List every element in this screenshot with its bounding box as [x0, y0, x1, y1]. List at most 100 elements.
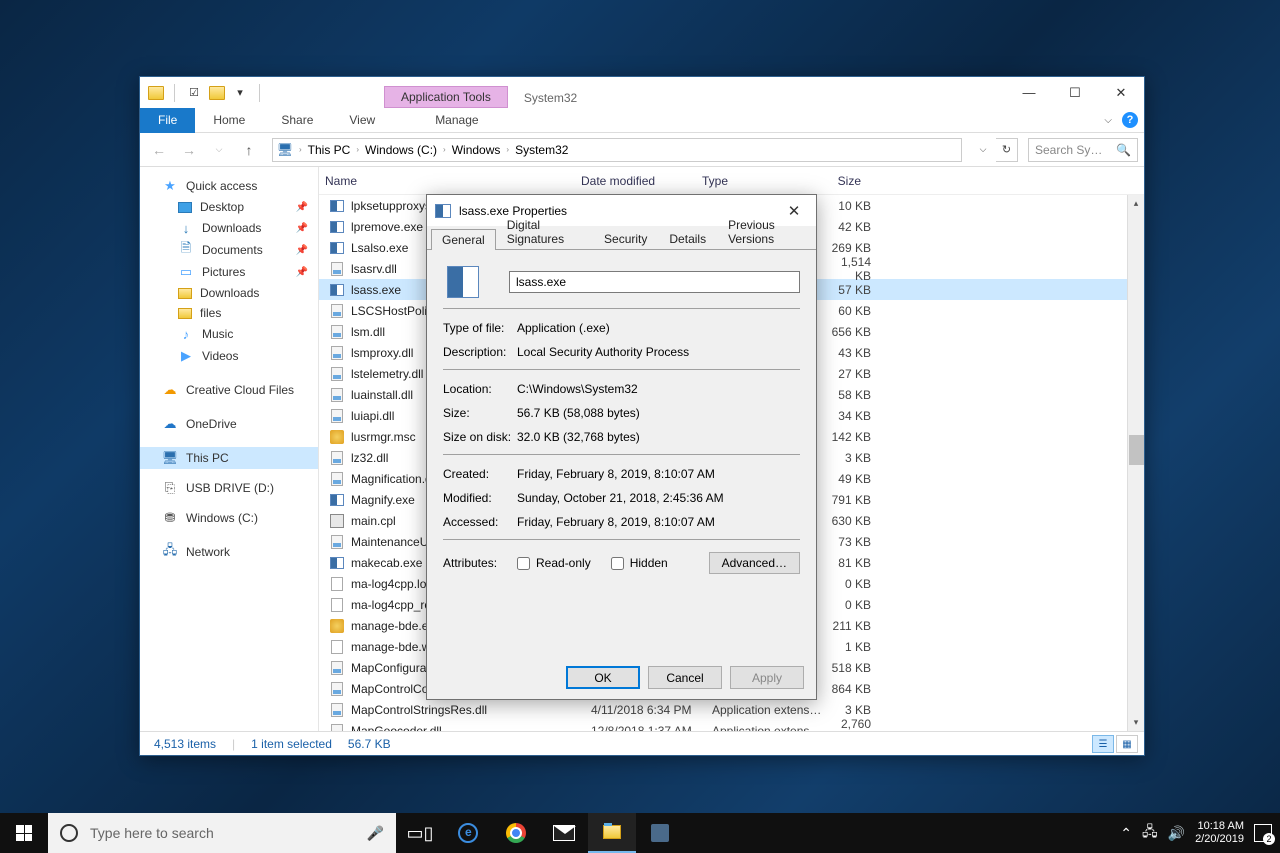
dialog-tabs: General Digital Signatures Security Deta… [427, 226, 816, 250]
task-view-button[interactable]: ▭▯ [396, 813, 444, 853]
sidebar-item-label: Music [202, 327, 233, 341]
sidebar-network[interactable]: 🖧Network [140, 541, 318, 563]
column-headers[interactable]: Name Date modified Type Size [319, 167, 1144, 195]
maximize-button[interactable]: ☐ [1052, 77, 1098, 108]
taskbar-app[interactable] [636, 813, 684, 853]
start-button[interactable] [0, 813, 48, 853]
sidebar-this-pc[interactable]: 🖥This PC [140, 447, 318, 469]
column-size[interactable]: Size [821, 174, 891, 188]
sidebar-item[interactable]: Desktop📌 [140, 197, 318, 217]
sidebar-item[interactable]: ↓Downloads📌 [140, 217, 318, 239]
star-icon: ★ [162, 178, 178, 194]
back-button[interactable]: ← [146, 137, 172, 163]
scroll-up-icon[interactable]: ▴ [1128, 195, 1144, 212]
new-folder-icon[interactable] [209, 86, 225, 100]
chevron-right-icon[interactable]: › [443, 145, 446, 154]
ribbon-tab-manage[interactable]: Manage [417, 109, 496, 131]
taskbar-edge[interactable] [444, 813, 492, 853]
cancel-button[interactable]: Cancel [648, 666, 722, 689]
file-menu[interactable]: File [140, 108, 195, 133]
sidebar-quick-access[interactable]: ★Quick access [140, 175, 318, 197]
breadcrumb-segment[interactable]: Windows (C:) [365, 143, 437, 157]
scrollbar[interactable]: ▴ ▾ [1127, 195, 1144, 731]
sidebar-item[interactable]: 🗎Documents📌 [140, 239, 318, 261]
mic-icon[interactable]: 🎤 [367, 825, 384, 842]
sidebar-onedrive[interactable]: ☁OneDrive [140, 413, 318, 435]
ribbon-tab-home[interactable]: Home [195, 109, 263, 131]
chevron-right-icon[interactable]: › [299, 145, 302, 154]
help-icon[interactable]: ? [1122, 112, 1138, 128]
tab-general[interactable]: General [431, 229, 496, 250]
taskbar-search[interactable]: Type here to search 🎤 [48, 813, 396, 853]
filename-input[interactable] [509, 271, 800, 293]
file-icon [329, 618, 345, 634]
network-icon[interactable]: 🖧 [1142, 821, 1158, 845]
chevron-right-icon[interactable]: › [356, 145, 359, 154]
icons-view-button[interactable]: ▦ [1116, 735, 1138, 753]
close-button[interactable]: ✕ [1098, 77, 1144, 108]
tab-previous-versions[interactable]: Previous Versions [717, 214, 816, 249]
sidebar-item[interactable]: files [140, 303, 318, 323]
scroll-thumb[interactable] [1129, 435, 1144, 465]
up-button[interactable]: ↑ [236, 137, 262, 163]
forward-button[interactable]: → [176, 137, 202, 163]
action-center-icon[interactable] [1254, 824, 1272, 842]
apply-button[interactable]: Apply [730, 666, 804, 689]
refresh-button[interactable]: ↻ [996, 138, 1018, 162]
taskbar-explorer[interactable] [588, 813, 636, 853]
volume-icon[interactable]: 🔊 [1168, 825, 1185, 842]
address-dropdown[interactable]: ⌵ [972, 138, 994, 162]
properties-icon[interactable]: ☑ [185, 84, 203, 102]
column-date[interactable]: Date modified [581, 174, 702, 188]
sidebar-creative-cloud[interactable]: ☁Creative Cloud Files [140, 379, 318, 401]
column-type[interactable]: Type [702, 174, 821, 188]
tab-security[interactable]: Security [593, 228, 658, 249]
tab-details[interactable]: Details [658, 228, 717, 249]
column-name[interactable]: Name [325, 174, 581, 188]
readonly-checkbox[interactable]: Read-only [517, 556, 591, 570]
chevron-right-icon[interactable]: › [506, 145, 509, 154]
breadcrumb-segment[interactable]: This PC [308, 143, 351, 157]
tray-overflow-icon[interactable]: ⌃ [1120, 825, 1132, 842]
sidebar-item[interactable]: ▭Pictures📌 [140, 261, 318, 283]
hidden-checkbox[interactable]: Hidden [611, 556, 668, 570]
titlebar[interactable]: ☑ ▾ Application Tools System32 — ☐ ✕ [140, 77, 1144, 108]
advanced-button[interactable]: Advanced… [709, 552, 800, 574]
file-row[interactable]: MapControlStringsRes.dll4/11/2018 6:34 P… [319, 699, 1144, 720]
scroll-down-icon[interactable]: ▾ [1128, 714, 1144, 731]
file-size: 1 KB [831, 640, 901, 654]
ribbon-tab-share[interactable]: Share [263, 109, 331, 131]
minimize-button[interactable]: — [1006, 77, 1052, 108]
sidebar-item[interactable]: ♪Music [140, 323, 318, 345]
breadcrumb-segment[interactable]: System32 [515, 143, 568, 157]
explorer-icon [603, 825, 621, 839]
sidebar-item-label: Pictures [202, 265, 245, 279]
taskbar-chrome[interactable] [492, 813, 540, 853]
taskbar-mail[interactable] [540, 813, 588, 853]
address-bar[interactable]: 🖥 › This PC › Windows (C:) › Windows › S… [272, 138, 962, 162]
file-icon [329, 198, 345, 214]
recent-dropdown[interactable]: ⌵ [206, 137, 232, 163]
sidebar-item[interactable]: ▶Videos [140, 345, 318, 367]
file-size: 656 KB [831, 325, 901, 339]
application-tools-tab[interactable]: Application Tools [384, 86, 508, 108]
search-input[interactable]: Search Sy… 🔍 [1028, 138, 1138, 162]
edge-icon [458, 823, 478, 843]
navigation-pane[interactable]: ★Quick access Desktop📌↓Downloads📌🗎Docume… [140, 167, 319, 731]
clock[interactable]: 10:18 AM 2/20/2019 [1195, 820, 1244, 846]
folder-icon: ☁ [162, 382, 178, 398]
drive-icon: ⛃ [162, 510, 178, 526]
sidebar-windows-c[interactable]: ⛃Windows (C:) [140, 507, 318, 529]
details-view-button[interactable]: ☰ [1092, 735, 1114, 753]
sidebar-usb-drive[interactable]: ⎘USB DRIVE (D:) [140, 477, 318, 499]
ok-button[interactable]: OK [566, 666, 640, 689]
file-icon [329, 534, 345, 550]
qat-dropdown[interactable]: ▾ [231, 84, 249, 102]
breadcrumb-segment[interactable]: Windows [452, 143, 501, 157]
sidebar-item[interactable]: Downloads [140, 283, 318, 303]
ribbon-expand-icon[interactable]: ⌵ [1104, 115, 1112, 126]
file-row[interactable]: MapGeocoder.dll12/8/2018 1:37 AMApplicat… [319, 720, 1144, 731]
tab-digital-signatures[interactable]: Digital Signatures [496, 214, 593, 249]
ribbon-tab-view[interactable]: View [331, 109, 393, 131]
value-size-on-disk: 32.0 KB (32,768 bytes) [517, 430, 800, 444]
